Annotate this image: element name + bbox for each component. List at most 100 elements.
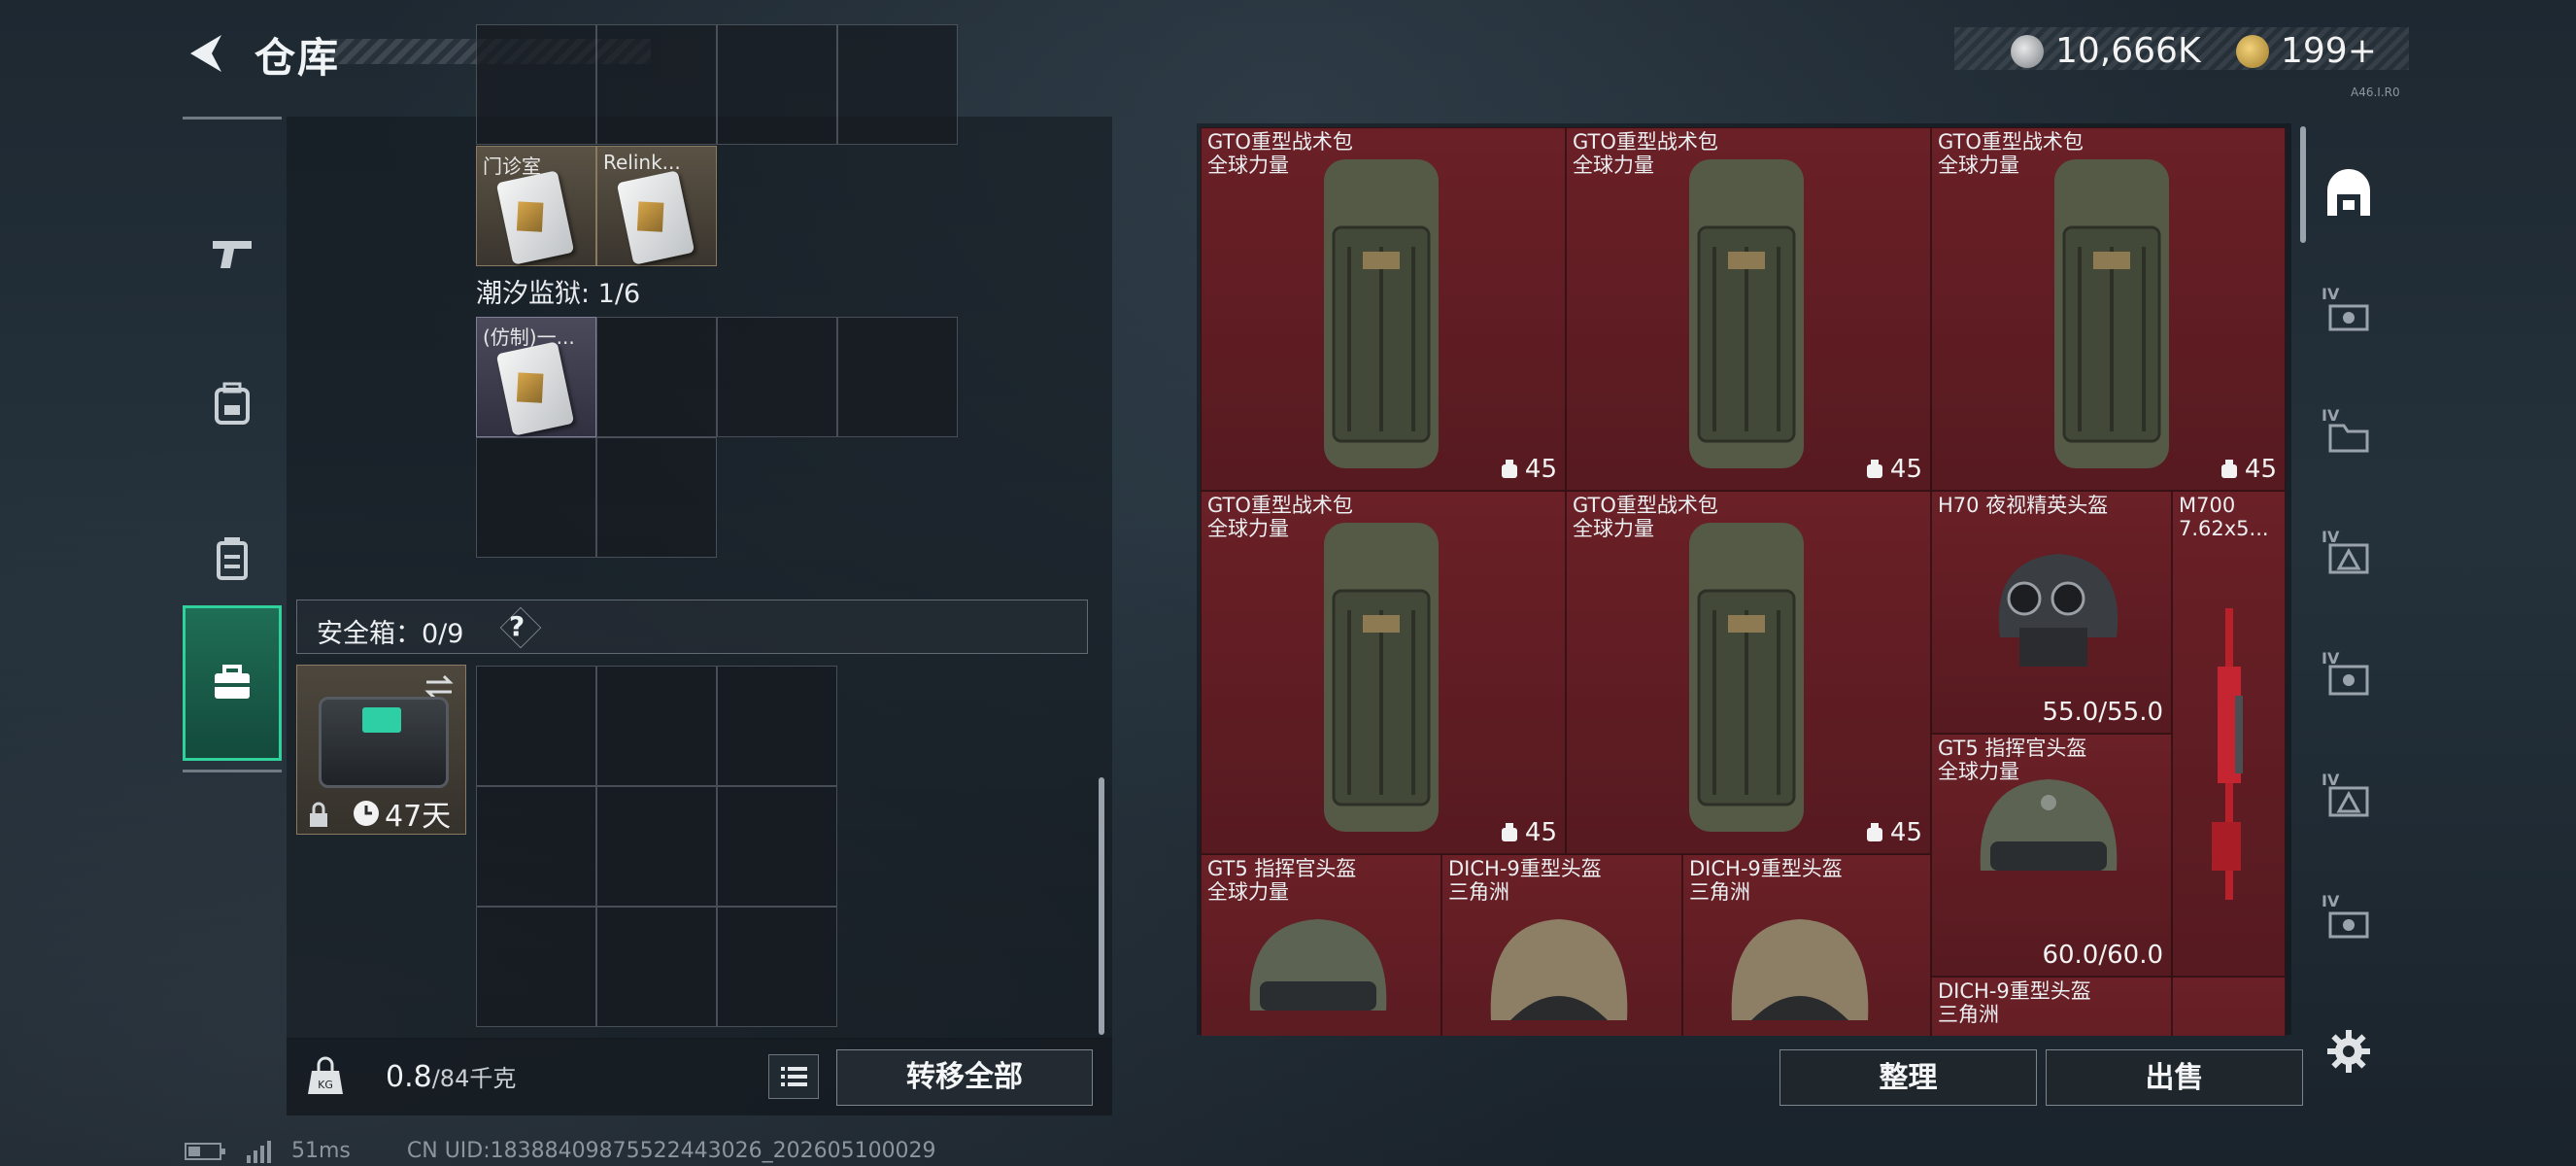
grid-cell[interactable] bbox=[476, 24, 596, 145]
inventory-item-helmet[interactable]: GT5 指挥官头盔 全球力量 bbox=[1201, 854, 1441, 1036]
item-name: GT5 指挥官头盔 全球力量 bbox=[1207, 857, 1357, 904]
grid-cell[interactable] bbox=[2172, 977, 2286, 1036]
battery-icon bbox=[185, 1142, 225, 1160]
safe-slot[interactable] bbox=[476, 786, 596, 907]
stash-scrollbar[interactable] bbox=[1099, 777, 1104, 1035]
safe-box-item[interactable]: 47天 bbox=[296, 665, 466, 835]
warehouse-icon bbox=[2327, 169, 2370, 216]
nav-storage-main[interactable] bbox=[2310, 146, 2388, 243]
nav-item-safebox[interactable] bbox=[183, 605, 282, 761]
inventory-item-backpack[interactable]: GTO重型战术包 全球力量 45 bbox=[1566, 491, 1931, 854]
item-durability: 55.0/55.0 bbox=[2042, 698, 2163, 727]
helmet-image bbox=[1249, 919, 1387, 1011]
nav-divider bbox=[183, 117, 282, 120]
safe-slot[interactable] bbox=[596, 907, 717, 1027]
inventory-item-helmet[interactable]: DICH-9重型头盔 三角洲 bbox=[1441, 854, 1682, 1036]
nav-storage-2[interactable]: IV bbox=[2310, 389, 2388, 486]
nav-storage-4[interactable]: IV bbox=[2310, 632, 2388, 729]
grid-cell[interactable] bbox=[596, 24, 717, 145]
helmet-image bbox=[1998, 554, 2118, 667]
backpack-image bbox=[1689, 523, 1804, 832]
category-nav bbox=[183, 117, 282, 772]
inventory-item-helmet[interactable]: H70 夜视精英头盔 55.0/55.0 bbox=[1931, 491, 2172, 734]
nav-storage-3[interactable]: IV bbox=[2310, 510, 2388, 607]
grid-cell[interactable] bbox=[717, 317, 837, 437]
safe-slot[interactable] bbox=[717, 666, 837, 786]
safe-slot[interactable] bbox=[717, 907, 837, 1027]
grid-cell[interactable] bbox=[476, 437, 596, 558]
backpack-image bbox=[1324, 523, 1439, 832]
item-durability: 60.0/60.0 bbox=[2042, 941, 2163, 970]
lock-icon bbox=[310, 802, 327, 827]
level-tag: IV bbox=[2322, 649, 2340, 668]
ping-text: 51ms bbox=[291, 1139, 351, 1163]
grid-cell[interactable] bbox=[596, 317, 717, 437]
weight-icon: KG bbox=[308, 1056, 343, 1094]
gold-amount: 199+ bbox=[2281, 31, 2377, 71]
capacity-icon bbox=[1866, 823, 1882, 841]
nav-storage-5[interactable]: IV bbox=[2310, 753, 2388, 850]
svg-text:KG: KG bbox=[318, 1079, 333, 1091]
page-title: 仓库 bbox=[254, 34, 341, 82]
safe-slot[interactable] bbox=[596, 666, 717, 786]
item-relink-card[interactable]: Relink... bbox=[596, 146, 717, 266]
safe-slot[interactable] bbox=[476, 907, 596, 1027]
inventory-item-backpack[interactable]: GTO重型战术包 全球力量 45 bbox=[1201, 491, 1566, 854]
inventory-item-helmet[interactable]: DICH-9重型头盔 三角洲 bbox=[1931, 977, 2172, 1036]
help-icon[interactable]: ? bbox=[509, 610, 525, 642]
nav-storage-6[interactable]: IV bbox=[2310, 874, 2388, 972]
helmet-image bbox=[1490, 919, 1628, 1020]
access-card-icon bbox=[616, 170, 695, 265]
capacity-icon bbox=[1501, 460, 1517, 478]
days-text: 47天 bbox=[385, 800, 452, 834]
item-name: H70 夜视精英头盔 bbox=[1938, 494, 2109, 517]
currency-bar: 10,666K 199+ bbox=[1954, 27, 2409, 71]
sell-button[interactable]: 出售 bbox=[2046, 1049, 2303, 1106]
backpack-icon bbox=[215, 382, 250, 425]
item-name: DICH-9重型头盔 三角洲 bbox=[1938, 979, 2091, 1026]
item-imitation-card[interactable]: (仿制)一... bbox=[476, 317, 596, 437]
safe-slot[interactable] bbox=[717, 786, 837, 907]
grid-cell[interactable] bbox=[717, 24, 837, 145]
safe-slot[interactable] bbox=[476, 666, 596, 786]
inventory-item-helmet[interactable]: DICH-9重型头盔 三角洲 bbox=[1682, 854, 1931, 1036]
inventory-grid: GTO重型战术包 全球力量 45 GTO重型战术包 全球力量 45 GTO重型战… bbox=[1201, 127, 2286, 1036]
sort-button[interactable]: 整理 bbox=[1779, 1049, 2037, 1106]
inventory-scrollbar[interactable] bbox=[2300, 126, 2306, 243]
nav-item-backpack[interactable] bbox=[183, 335, 282, 471]
settings-gear-icon[interactable] bbox=[2325, 1028, 2372, 1075]
back-arrow-icon[interactable] bbox=[183, 29, 231, 78]
section-label-prison: 潮汐监狱: 1/6 bbox=[476, 279, 641, 309]
grid-cell[interactable] bbox=[596, 437, 717, 558]
uid-text: CN UID:1838840987552244302​6_20260510002… bbox=[406, 1139, 936, 1163]
backpack-image bbox=[1689, 159, 1804, 468]
list-view-button[interactable] bbox=[768, 1054, 819, 1099]
transfer-all-button[interactable]: 转移全部 bbox=[836, 1049, 1093, 1106]
inventory-item-backpack[interactable]: GTO重型战术包 全球力量 45 bbox=[1566, 127, 1931, 491]
weight-bar: KG 0.8/84千克 转移全部 bbox=[287, 1038, 1112, 1115]
backpack-image bbox=[1324, 159, 1439, 468]
inventory-item-backpack[interactable]: GTO重型战术包 全球力量 45 bbox=[1201, 127, 1566, 491]
briefcase-icon bbox=[215, 665, 250, 699]
gold-currency[interactable]: 199+ bbox=[2236, 31, 2377, 71]
level-tag: IV bbox=[2322, 406, 2340, 425]
version-label: A46.I.R0 bbox=[2351, 86, 2400, 99]
item-count: 45 bbox=[1500, 455, 1557, 484]
capacity-icon bbox=[1866, 460, 1882, 478]
silver-currency: 10,666K bbox=[2011, 31, 2201, 71]
signal-icon bbox=[247, 1140, 271, 1163]
item-clinic-card[interactable]: 门诊室 bbox=[476, 146, 596, 266]
level-tag: IV bbox=[2322, 528, 2340, 546]
inventory-item-rifle[interactable]: M700 7.62x5... bbox=[2172, 491, 2286, 977]
grid-cell[interactable] bbox=[837, 317, 958, 437]
inventory-item-backpack[interactable]: GTO重型战术包 全球力量 45 bbox=[1931, 127, 2286, 491]
level-tag: IV bbox=[2322, 285, 2340, 303]
expiry-days: 47天 bbox=[352, 792, 451, 835]
safe-slot[interactable] bbox=[596, 786, 717, 907]
grid-cell[interactable] bbox=[837, 24, 958, 145]
helmet-image bbox=[1731, 919, 1869, 1020]
inventory-item-helmet[interactable]: GT5 指挥官头盔 全球力量 60.0/60.0 bbox=[1931, 734, 2172, 977]
capacity-icon bbox=[1501, 823, 1517, 841]
nav-storage-1[interactable]: IV bbox=[2310, 267, 2388, 364]
nav-item-weapons[interactable] bbox=[183, 185, 282, 321]
